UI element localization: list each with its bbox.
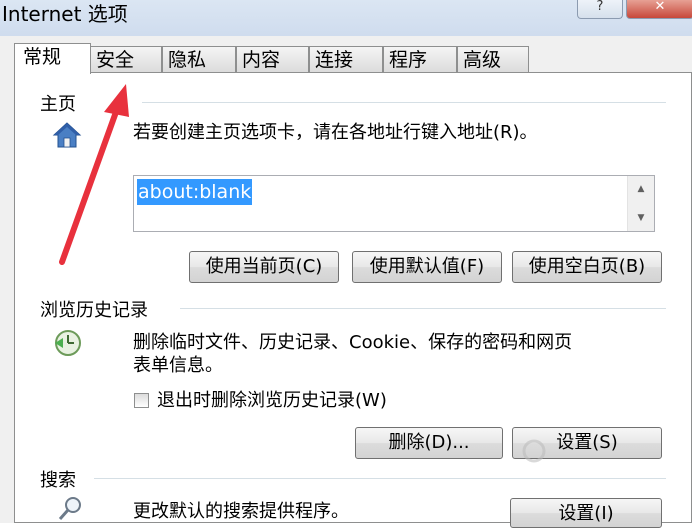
homepage-divider	[142, 102, 666, 103]
history-description-line2: 表单信息。	[133, 355, 223, 376]
history-description-line1: 删除临时文件、历史记录、Cookie、保存的密码和网页	[133, 332, 573, 353]
window-title: Internet 选项	[2, 2, 128, 26]
search-section-title: 搜索	[40, 470, 76, 491]
homepage-scrollbar[interactable]: ▲ ▼	[627, 176, 654, 231]
scroll-up-arrow-icon[interactable]: ▲	[628, 180, 654, 198]
search-description: 更改默认的搜索提供程序。	[133, 501, 349, 522]
use-default-button[interactable]: 使用默认值(F)	[352, 251, 502, 283]
search-settings-button[interactable]: 设置(I)	[510, 498, 662, 528]
scroll-down-arrow-icon[interactable]: ▼	[628, 209, 654, 227]
home-icon	[52, 121, 82, 153]
delete-history-button[interactable]: 删除(D)...	[355, 427, 503, 459]
homepage-instruction: 若要创建主页选项卡，请在各地址行键入地址(R)。	[133, 122, 538, 143]
homepage-url-textarea[interactable]: about:blank ▲ ▼	[133, 175, 655, 232]
close-button[interactable]: ✕	[626, 0, 692, 19]
tab-privacy[interactable]: 隐私	[162, 46, 236, 72]
tab-strip: 常规 安全 隐私 内容 连接 程序 高级	[14, 43, 692, 74]
tab-content[interactable]: 内容	[236, 46, 309, 72]
delete-on-exit-label[interactable]: 退出时删除浏览历史记录(W)	[157, 389, 387, 413]
tab-security[interactable]: 安全	[90, 46, 162, 72]
use-blank-page-button[interactable]: 使用空白页(B)	[512, 251, 662, 283]
tab-advanced[interactable]: 高级	[457, 46, 529, 72]
tab-connections[interactable]: 连接	[309, 46, 383, 72]
title-bar: Internet 选项 ? ✕	[0, 0, 692, 36]
tab-programs[interactable]: 程序	[383, 46, 457, 72]
tab-general[interactable]: 常规	[14, 43, 91, 74]
search-icon	[56, 495, 84, 527]
homepage-section-title: 主页	[40, 94, 76, 115]
history-divider	[180, 308, 666, 309]
history-section-title: 浏览历史记录	[40, 300, 148, 321]
homepage-url-value: about:blank	[137, 179, 253, 205]
help-button[interactable]: ?	[577, 0, 623, 19]
use-current-page-button[interactable]: 使用当前页(C)	[189, 251, 339, 283]
watermark-logo	[522, 427, 692, 487]
history-clock-icon	[53, 328, 83, 362]
delete-on-exit-checkbox[interactable]	[134, 393, 149, 408]
